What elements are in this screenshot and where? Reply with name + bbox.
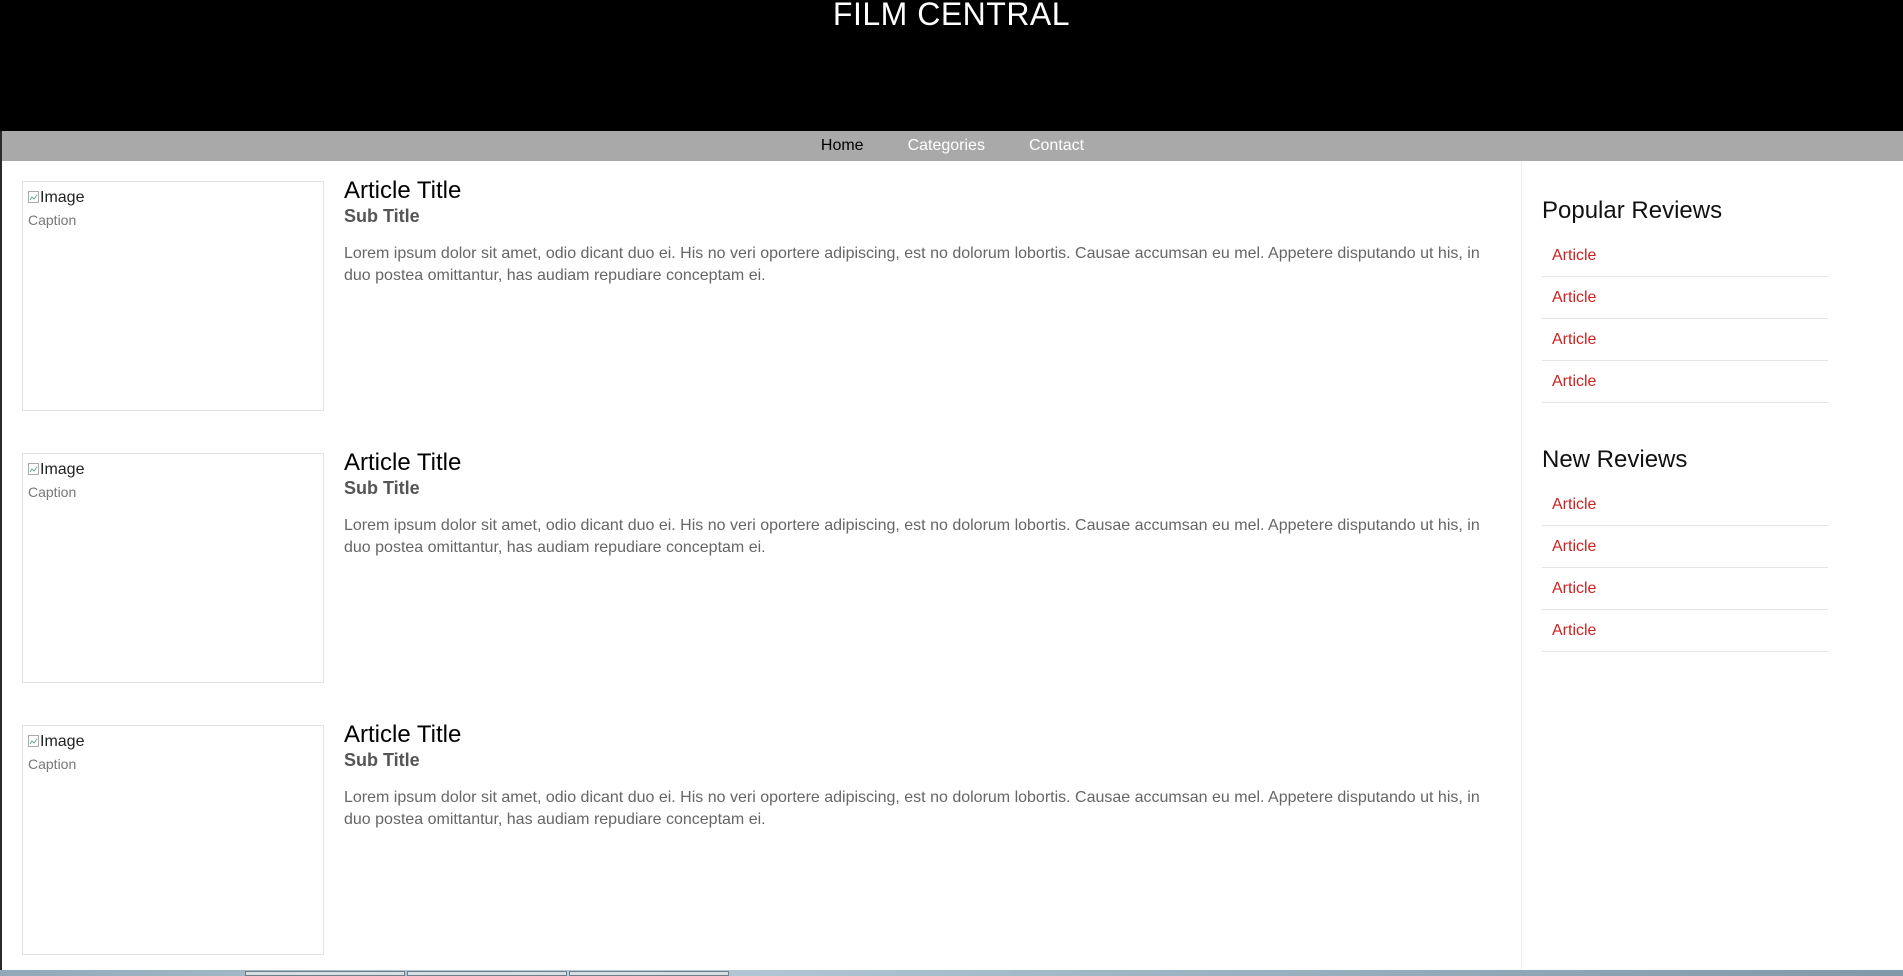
new-review-link[interactable]: Article [1552,538,1596,555]
article-caption: Caption [28,212,77,228]
nav-item-home[interactable]: Home [799,131,886,161]
article-caption: Caption [28,484,77,500]
popular-review-link[interactable]: Article [1552,373,1596,390]
list-item: Article [1542,235,1828,277]
new-reviews-list: Article Article Article Article [1542,484,1828,652]
popular-review-link[interactable]: Article [1552,331,1596,348]
article-image: Image [28,732,84,752]
list-item: Article [1542,361,1828,403]
nav-item-contact[interactable]: Contact [1007,131,1106,161]
article-card: Image Caption Article Title Sub Title Lo… [22,161,1522,411]
article-title[interactable]: Article Title [344,449,1504,477]
taskbar-button[interactable] [407,971,567,976]
article-figure: Image Caption [22,725,324,955]
popular-review-link[interactable]: Article [1552,247,1596,264]
popular-reviews-section: Popular Reviews Article Article Article … [1542,197,1828,403]
left-edge-border [0,131,2,976]
list-item: Article [1542,526,1828,568]
article-card: Image Caption Article Title Sub Title Lo… [22,433,1522,683]
sidebar-divider [1521,161,1522,976]
article-subtitle: Sub Title [344,750,420,770]
popular-reviews-list: Article Article Article Article [1542,235,1828,403]
article-body: Article Title Sub Title Lorem ipsum dolo… [344,721,1504,847]
list-item: Article [1542,484,1828,526]
article-image-alt: Image [40,733,85,750]
article-text: Lorem ipsum dolor sit amet, odio dicant … [344,789,1480,828]
site-header: FILM CENTRAL [0,0,1903,131]
article-caption: Caption [28,756,77,772]
new-review-link[interactable]: Article [1552,622,1596,639]
list-item: Article [1542,568,1828,610]
new-reviews-heading: New Reviews [1542,446,1688,473]
article-image: Image [28,188,84,208]
article-image: Image [28,460,84,480]
popular-review-link[interactable]: Article [1552,289,1596,306]
broken-image-icon [28,191,39,203]
article-card: Image Caption Article Title Sub Title Lo… [22,705,1522,955]
article-text: Lorem ipsum dolor sit amet, odio dicant … [344,245,1480,284]
new-review-link[interactable]: Article [1552,580,1596,597]
main-nav: Home Categories Contact [2,131,1903,161]
nav-items: Home Categories Contact [2,131,1903,161]
article-title[interactable]: Article Title [344,721,1504,749]
new-review-link[interactable]: Article [1552,496,1596,513]
list-item: Article [1542,277,1828,319]
new-reviews-section: New Reviews Article Article Article Arti… [1542,446,1828,652]
article-figure: Image Caption [22,181,324,411]
article-title[interactable]: Article Title [344,177,1504,205]
article-image-alt: Image [40,461,85,478]
broken-image-icon [28,463,39,475]
article-figure: Image Caption [22,453,324,683]
article-subtitle: Sub Title [344,206,420,226]
article-body: Article Title Sub Title Lorem ipsum dolo… [344,177,1504,303]
site-title: FILM CENTRAL [832,0,1071,32]
article-subtitle: Sub Title [344,478,420,498]
nav-item-categories[interactable]: Categories [886,131,1007,161]
page: FILM CENTRAL Home Categories Contact Ima… [0,0,1903,976]
popular-reviews-heading: Popular Reviews [1542,197,1723,224]
article-body: Article Title Sub Title Lorem ipsum dolo… [344,449,1504,575]
list-item: Article [1542,319,1828,361]
taskbar-button[interactable] [569,971,729,976]
broken-image-icon [28,735,39,747]
article-text: Lorem ipsum dolor sit amet, odio dicant … [344,517,1480,556]
taskbar-button[interactable] [245,971,405,976]
article-image-alt: Image [40,189,85,206]
list-item: Article [1542,610,1828,652]
